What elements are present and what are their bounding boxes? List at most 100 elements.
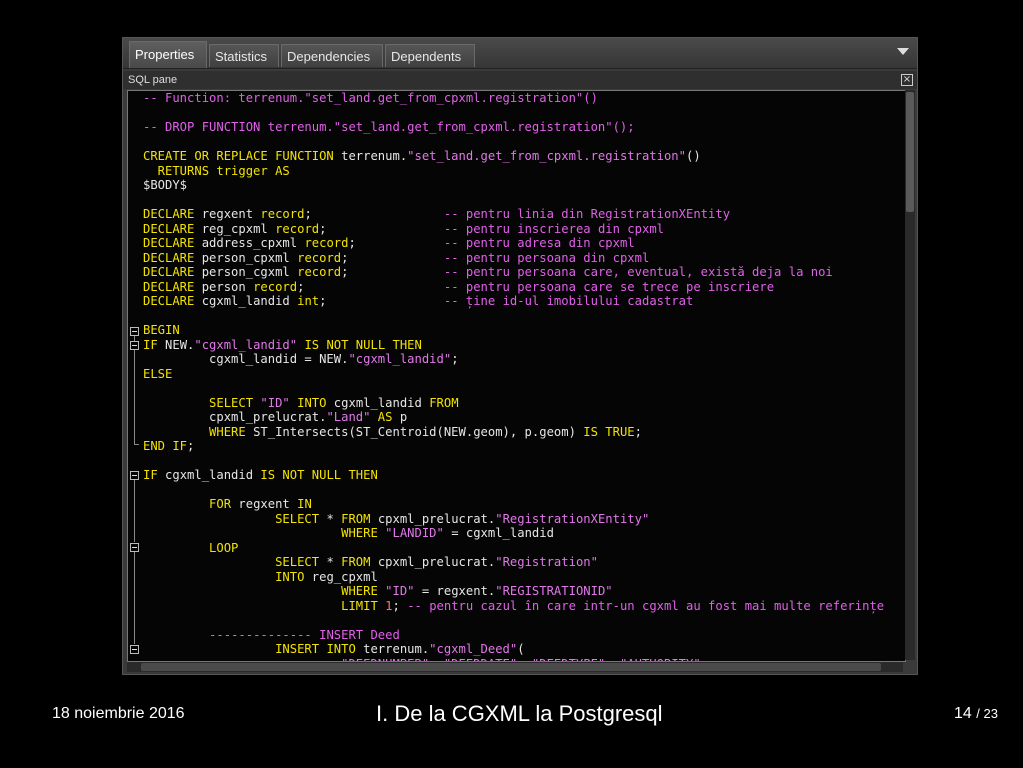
- code-token: "ID": [385, 584, 415, 598]
- code-token: FROM: [341, 511, 371, 526]
- code-token: "Registration": [495, 555, 598, 569]
- tab-menu-dropdown-icon[interactable]: [897, 48, 909, 55]
- sql-editor[interactable]: -- Function: terrenum."set_land.get_from…: [127, 90, 906, 662]
- code-token: WHERE: [209, 424, 246, 439]
- code-token: ;: [451, 352, 459, 366]
- code-token: int: [297, 294, 320, 308]
- code-token: ;: [392, 598, 408, 613]
- tab-properties[interactable]: Properties: [129, 41, 207, 68]
- code-token: = cgxml_landid: [443, 526, 554, 540]
- code-token: *: [319, 511, 342, 526]
- code-token: "cgxml_Deed": [429, 642, 518, 656]
- code-line: WHERE "ID" = regxent."REGISTRATIONID": [143, 584, 905, 599]
- footer-date: 18 noiembrie 2016: [52, 705, 185, 722]
- tab-dependents[interactable]: Dependents: [385, 44, 475, 67]
- sql-code[interactable]: -- Function: terrenum."set_land.get_from…: [143, 91, 905, 661]
- fold-line: [134, 444, 139, 445]
- code-token: AS: [370, 410, 393, 424]
- code-token: *: [319, 555, 342, 569]
- fold-line: [134, 350, 135, 445]
- code-token: regxent: [194, 207, 261, 221]
- fold-if-icon[interactable]: [130, 471, 139, 480]
- tab-statistics[interactable]: Statistics: [209, 44, 279, 67]
- code-token: record: [297, 250, 342, 265]
- code-token: "ID": [260, 395, 290, 410]
- code-line: LOOP: [143, 541, 905, 556]
- code-line: -------------- INSERT Deed: [143, 628, 905, 643]
- code-token: terrenum.: [333, 149, 408, 163]
- code-token: = regxent.: [414, 584, 496, 598]
- code-token: (): [685, 149, 701, 163]
- horizontal-scroll-thumb[interactable]: [141, 663, 881, 671]
- code-token: FROM: [429, 395, 459, 410]
- code-token: $BODY$: [143, 178, 188, 192]
- code-token: person_cgxml: [194, 265, 298, 279]
- code-token: WHERE: [341, 526, 378, 540]
- code-token: ;: [297, 279, 444, 294]
- code-token: ;: [634, 424, 642, 439]
- code-line: -- DROP FUNCTION terrenum."set_land.get_…: [143, 120, 905, 135]
- code-token: "LANDID": [385, 526, 444, 540]
- page-current: 14: [954, 705, 972, 722]
- vertical-scrollbar[interactable]: [905, 90, 915, 660]
- code-token: SELECT: [209, 395, 254, 410]
- code-token: -- pentru persoana din cpxml: [443, 250, 650, 265]
- code-token: RETURNS trigger AS: [143, 163, 290, 178]
- sql-pane-title: SQL pane: [128, 74, 178, 86]
- code-line: LIMIT 1; -- pentru cazul în care intr-un…: [143, 599, 905, 614]
- code-token: person_cpxml: [194, 250, 298, 265]
- code-token: regxent: [231, 497, 298, 511]
- code-token: person: [194, 279, 254, 294]
- close-icon[interactable]: ×: [901, 74, 913, 86]
- code-token: ;: [304, 207, 444, 221]
- code-token: ST_Intersects(ST_Centroid(NEW.geom), p.g…: [245, 424, 584, 439]
- code-line: INTO reg_cpxml: [143, 570, 905, 585]
- code-token: cgxml_landid: [326, 395, 430, 410]
- code-token: ELSE: [143, 366, 173, 381]
- horizontal-scrollbar[interactable]: [127, 662, 903, 672]
- code-token: INTO: [275, 569, 305, 584]
- tab-bar: Properties Statistics Dependencies Depen…: [123, 38, 917, 69]
- code-token: record: [253, 279, 298, 294]
- fold-loop-icon[interactable]: [130, 543, 139, 552]
- tab-dependencies[interactable]: Dependencies: [281, 44, 383, 67]
- code-line: cpxml_prelucrat."Land" AS p: [143, 410, 905, 425]
- vertical-scroll-thumb[interactable]: [906, 92, 914, 212]
- code-token: record: [260, 207, 305, 221]
- code-token: -- pentru inscrierea din cpxml: [443, 221, 664, 236]
- code-token: FOR: [209, 497, 232, 511]
- code-token: record: [304, 236, 349, 250]
- code-token: terrenum.: [355, 642, 430, 656]
- code-line: SELECT "ID" INTO cgxml_landid FROM: [143, 396, 905, 411]
- code-token: "cgxml_landid": [194, 337, 298, 352]
- code-token: DECLARE: [143, 294, 195, 308]
- code-line: RETURNS trigger AS: [143, 164, 905, 179]
- fold-if-icon[interactable]: [130, 341, 139, 350]
- code-token: p: [392, 410, 408, 424]
- code-line: IF NEW."cgxml_landid" IS NOT NULL THEN: [143, 338, 905, 353]
- fold-insert-icon[interactable]: [130, 645, 139, 654]
- code-token: IS NOT NULL THEN: [297, 337, 422, 352]
- code-token: record: [297, 265, 342, 279]
- code-line: FOR regxent IN: [143, 497, 905, 512]
- fold-begin-icon[interactable]: [130, 327, 139, 336]
- code-line: cgxml_landid = NEW."cgxml_landid";: [143, 352, 905, 367]
- code-line: DECLARE cgxml_landid int; -- ține id-ul …: [143, 294, 905, 309]
- properties-window: Properties Statistics Dependencies Depen…: [122, 37, 918, 675]
- code-token: cpxml_prelucrat.: [370, 555, 496, 569]
- page-number: 14 / 23: [954, 705, 998, 723]
- code-token: IS TRUE: [583, 424, 635, 439]
- code-token: (: [517, 642, 525, 656]
- code-token: IF: [143, 468, 158, 482]
